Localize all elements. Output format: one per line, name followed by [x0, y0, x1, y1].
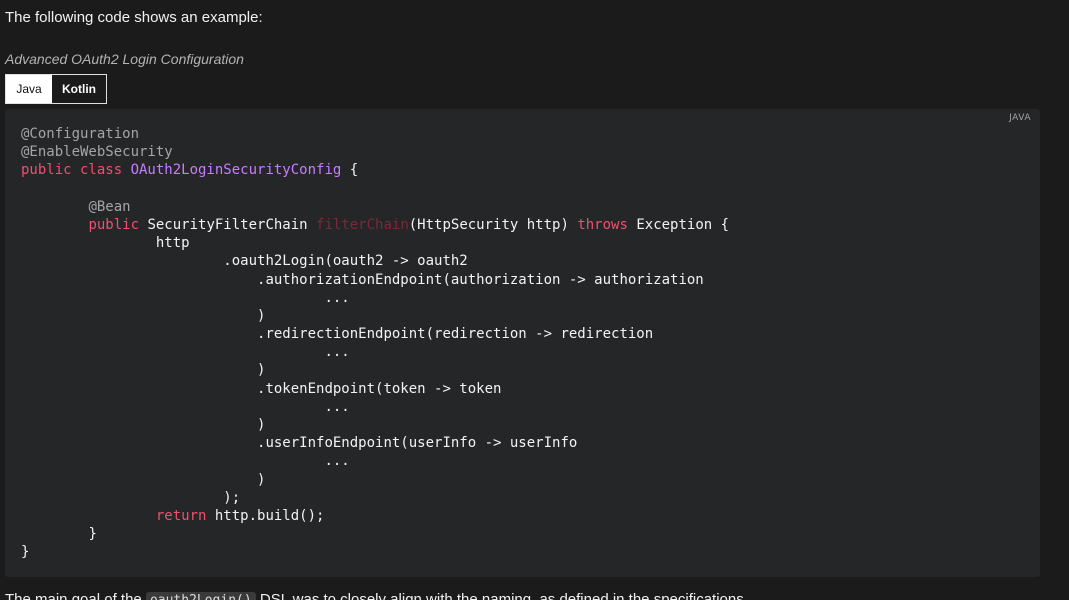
code-token-plain: } — [21, 526, 97, 543]
code-line: ) — [21, 307, 729, 325]
code-token-funcname: filterChain — [316, 216, 409, 233]
code-content: @Configuration @EnableWebSecurity public c… — [21, 125, 729, 562]
code-token-classname: OAuth2LoginSecurityConfig — [130, 162, 342, 179]
code-token-plain: ) — [21, 471, 266, 488]
code-token-plain: ) — [21, 417, 266, 433]
code-line: .oauth2Login(oauth2 -> oauth2 — [21, 252, 729, 270]
tab-kotlin[interactable]: Kotlin — [52, 75, 106, 103]
code-line: } — [21, 543, 729, 561]
code-line: .authorizationEndpoint(authorization -> … — [21, 271, 729, 289]
code-token-keyword: public class — [21, 162, 131, 179]
code-line: @Configuration — [21, 125, 729, 143]
code-language-label: JAVA — [1009, 113, 1031, 123]
code-line: return http.build(); — [21, 507, 729, 525]
code-token-plain: .authorizationEndpoint(authorization -> … — [21, 271, 704, 288]
code-token-plain: } — [21, 544, 30, 561]
code-token-plain: .tokenEndpoint(token -> token — [21, 380, 502, 397]
code-token-plain: http.build(); — [206, 507, 325, 524]
bottom-text-after: DSL was to closely align with the naming… — [259, 591, 748, 600]
code-line: ... — [21, 398, 729, 416]
code-token-plain: .userInfoEndpoint(userInfo -> userInfo — [21, 435, 578, 452]
code-line: ... — [21, 343, 729, 361]
code-token-plain: ) — [21, 362, 266, 379]
code-token-plain: ... — [21, 398, 350, 415]
bottom-text-before: The main goal of the — [5, 591, 142, 600]
code-line: ) — [21, 471, 729, 489]
code-token-plain: SecurityFilterChain — [139, 216, 317, 233]
code-token-plain: ... — [21, 289, 350, 306]
code-token-keyword: throws — [577, 216, 628, 233]
code-token-annotation: @Configuration — [21, 126, 140, 142]
code-line: @Bean — [21, 198, 729, 216]
code-line: public class OAuth2LoginSecurityConfig { — [21, 161, 729, 179]
code-line: ); — [21, 489, 729, 507]
code-line: ) — [21, 361, 729, 379]
code-token-plain: { — [341, 162, 359, 179]
bottom-paragraph: The main goal of the oauth2Login() DSL w… — [5, 591, 748, 600]
code-line: .redirectionEndpoint(redirection -> redi… — [21, 325, 729, 343]
code-caption: Advanced OAuth2 Login Configuration — [5, 51, 244, 67]
code-line: public SecurityFilterChain filterChain(H… — [21, 216, 729, 234]
code-line: ... — [21, 289, 729, 307]
code-line: @EnableWebSecurity — [21, 143, 729, 161]
code-token-plain: .oauth2Login(oauth2 -> oauth2 — [21, 253, 468, 270]
code-token-plain: http — [21, 235, 190, 252]
code-token-annotation: @Bean — [88, 198, 131, 215]
code-token-plain: ) — [21, 307, 266, 324]
code-line: http — [21, 234, 729, 252]
code-token-plain: ); — [21, 489, 241, 506]
tab-java[interactable]: Java — [6, 75, 52, 103]
code-line: ... — [21, 452, 729, 470]
code-token-keyword: public — [88, 216, 140, 233]
code-line: } — [21, 525, 729, 543]
code-line: .tokenEndpoint(token -> token — [21, 380, 729, 398]
inline-code: oauth2Login() — [145, 592, 256, 600]
code-token-plain: .redirectionEndpoint(redirection -> redi… — [21, 326, 654, 343]
code-token-plain: Exception { — [627, 216, 730, 233]
code-token-plain: ... — [21, 453, 350, 470]
code-token-plain: (HttpSecurity http) — [408, 216, 578, 233]
code-token-plain: ... — [21, 344, 350, 361]
code-token-annotation: @EnableWebSecurity — [21, 144, 173, 161]
language-tabs: Java Kotlin — [5, 74, 107, 104]
code-token-keyword: return — [155, 507, 207, 524]
code-line: .userInfoEndpoint(userInfo -> userInfo — [21, 434, 729, 452]
code-block: JAVA @Configuration @EnableWebSecurity pub… — [5, 109, 1040, 577]
code-line: ) — [21, 416, 729, 434]
intro-text: The following code shows an example: — [5, 9, 263, 26]
